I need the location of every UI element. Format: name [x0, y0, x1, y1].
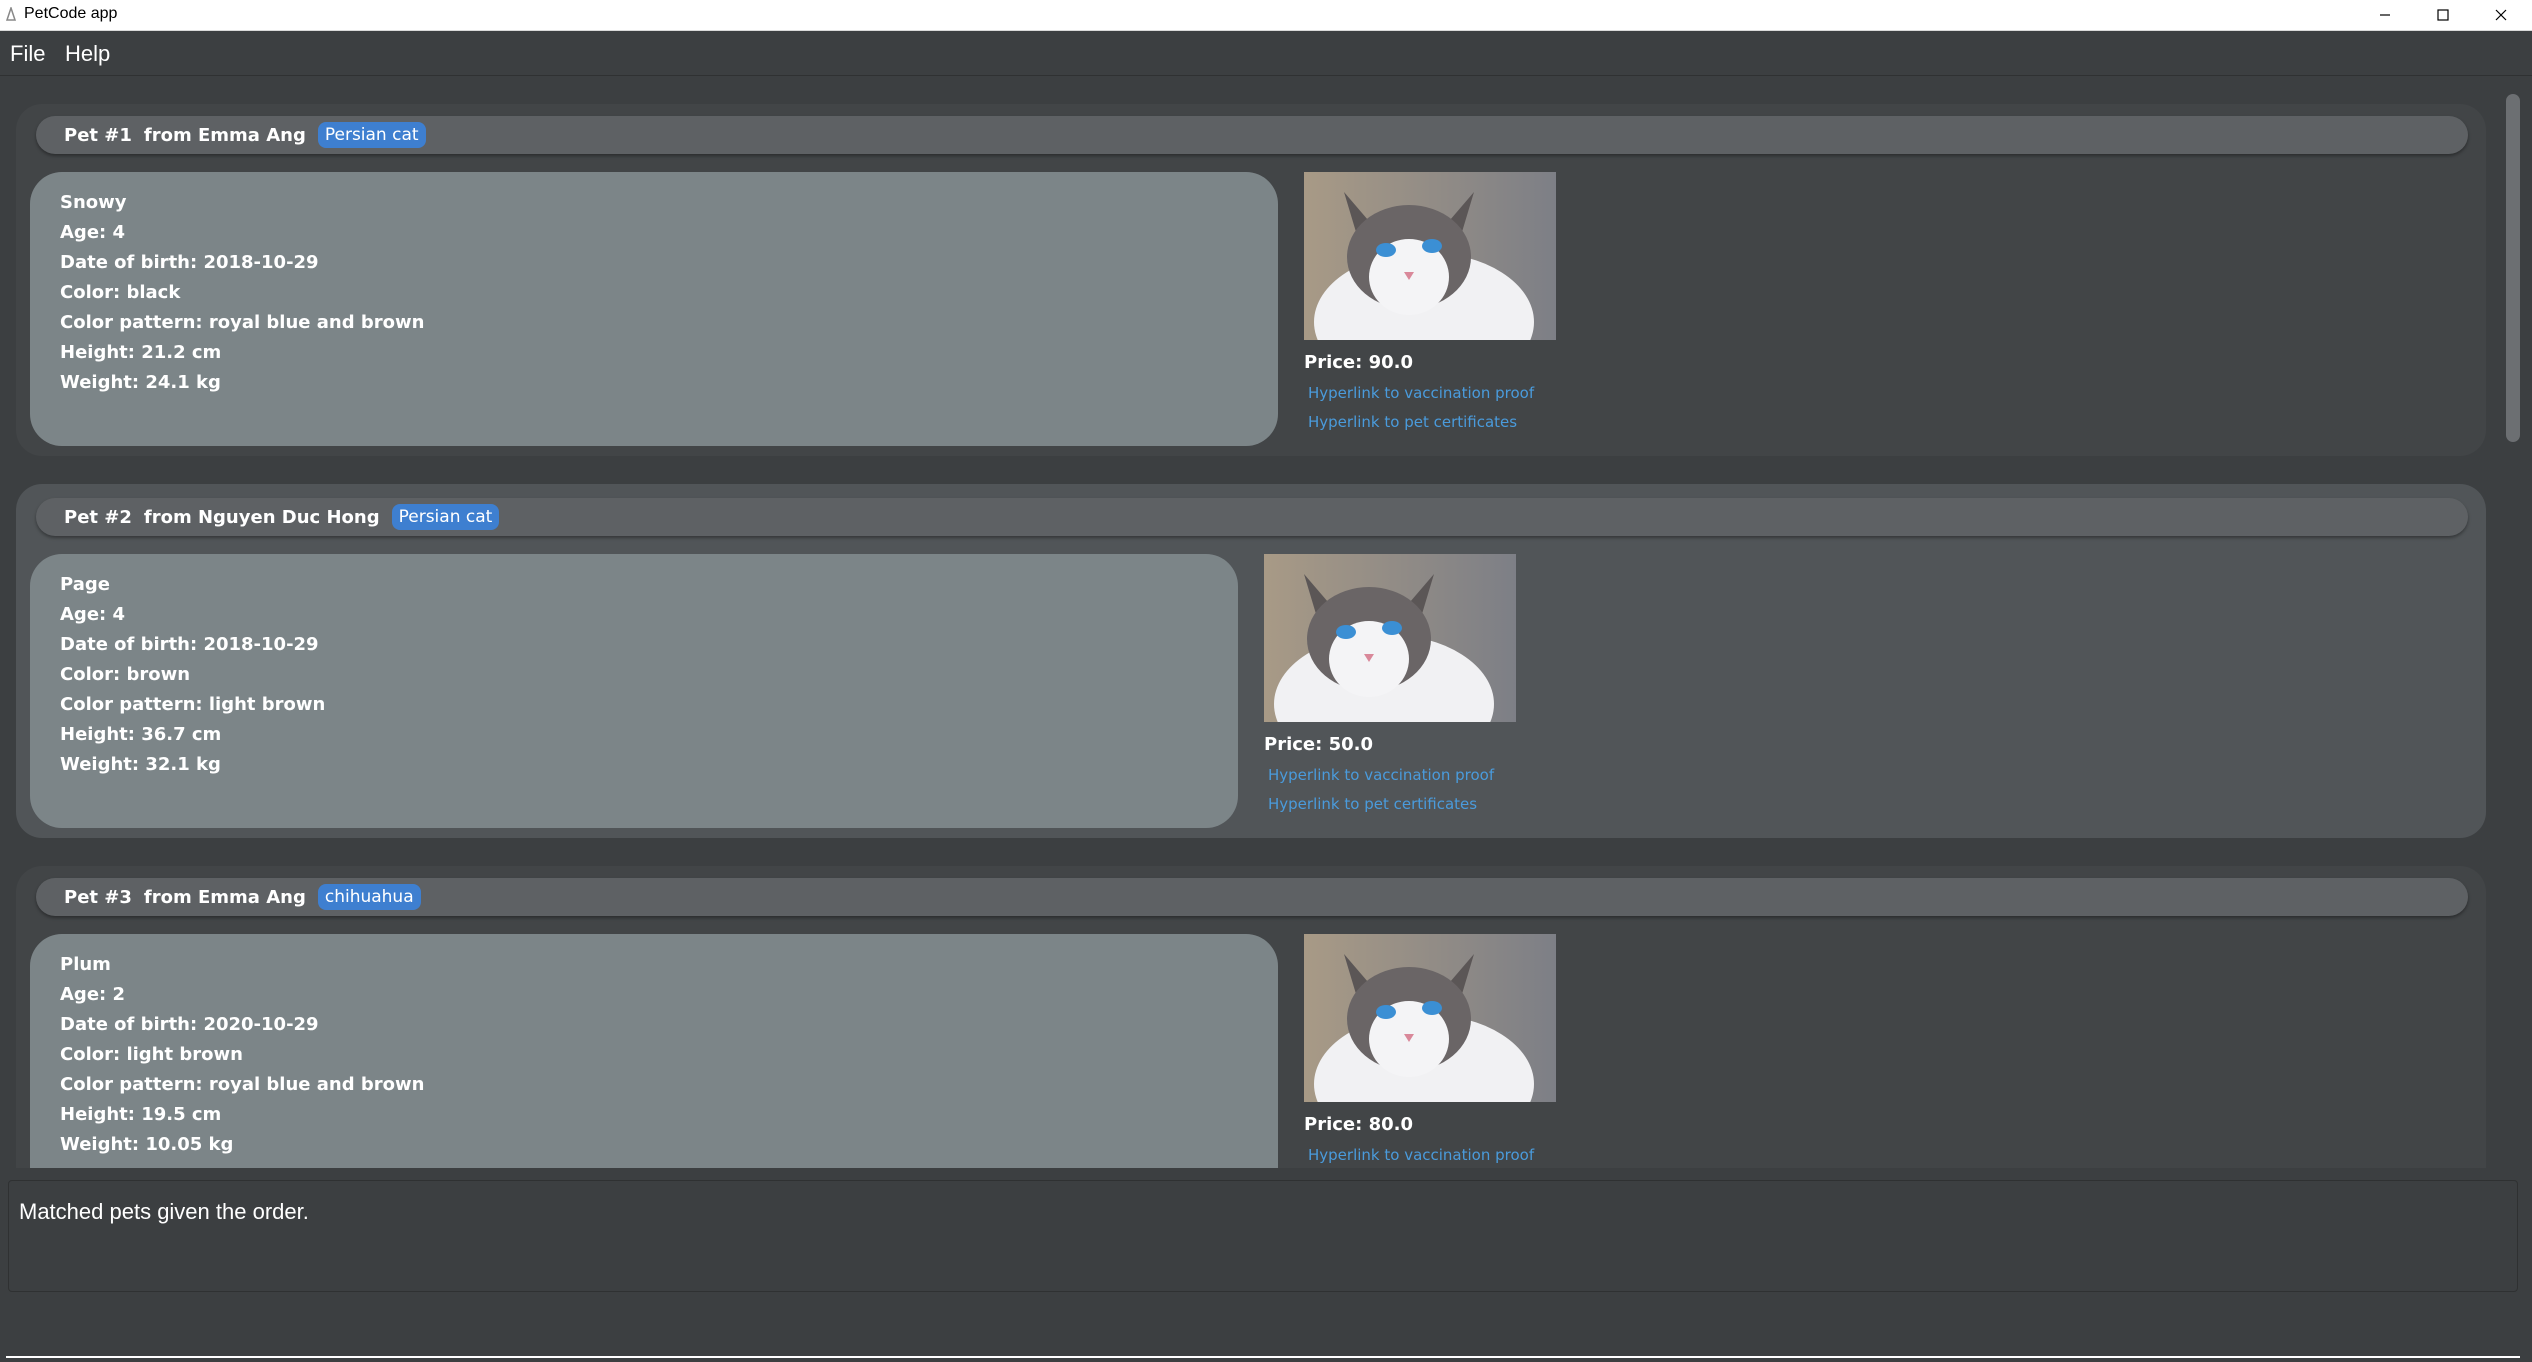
pet-weight: Weight: 32.1 kg — [60, 754, 221, 775]
vaccination-proof-link[interactable]: Hyperlink to vaccination proof — [1308, 384, 1534, 402]
pet-index: Pet #2 — [64, 506, 132, 528]
pet-height: Height: 36.7 cm — [60, 724, 222, 745]
menu-bar: File Help — [0, 31, 2532, 76]
pet-color: Color: light brown — [60, 1044, 243, 1065]
app-icon — [6, 7, 16, 21]
pet-color-pattern: Color pattern: royal blue and brown — [60, 312, 425, 333]
pet-dob: Date of birth: 2018-10-29 — [60, 634, 319, 655]
pet-photo — [1264, 554, 1516, 722]
scrollbar-thumb[interactable] — [2506, 94, 2520, 442]
pet-certificates-link[interactable]: Hyperlink to pet certificates — [1308, 413, 1517, 431]
pet-info-panel: Plum Age: 2 Date of birth: 2020-10-29 Co… — [30, 934, 1278, 1168]
title-bar: PetCode app — [0, 0, 2532, 31]
pet-age: Age: 4 — [60, 222, 126, 243]
pet-info-panel: Snowy Age: 4 Date of birth: 2018-10-29 C… — [30, 172, 1278, 446]
close-icon — [2495, 9, 2507, 21]
command-input[interactable] — [6, 1302, 2520, 1358]
pet-name: Snowy — [60, 192, 127, 213]
list-scrollbar[interactable] — [2496, 76, 2532, 1168]
pet-info-panel: Page Age: 4 Date of birth: 2018-10-29 Co… — [30, 554, 1238, 828]
pet-color-pattern: Color pattern: light brown — [60, 694, 326, 715]
maximize-icon — [2437, 9, 2449, 21]
pet-type-tag: Persian cat — [391, 504, 500, 530]
pet-name: Plum — [60, 954, 111, 975]
vaccination-proof-link[interactable]: Hyperlink to vaccination proof — [1268, 766, 1494, 784]
pet-owner: from Emma Ang — [143, 886, 306, 908]
result-display: Matched pets given the order. — [8, 1180, 2518, 1292]
pet-color: Color: black — [60, 282, 181, 303]
pet-price: Price: 90.0 — [1304, 352, 1413, 373]
minimize-icon — [2380, 14, 2390, 16]
pet-weight: Weight: 24.1 kg — [60, 372, 221, 393]
result-message: Matched pets given the order. — [19, 1199, 309, 1224]
command-box-area — [0, 1296, 2532, 1362]
pet-color: Color: brown — [60, 664, 191, 685]
pet-card-header: Pet #1 from Emma Ang Persian cat — [36, 116, 2468, 154]
pet-weight: Weight: 10.05 kg — [60, 1134, 234, 1155]
pet-index: Pet #3 — [64, 886, 132, 908]
pet-age: Age: 4 — [60, 604, 126, 625]
window-title: PetCode app — [24, 5, 118, 22]
pet-name: Page — [60, 574, 110, 595]
pet-price: Price: 80.0 — [1304, 1114, 1413, 1135]
pet-age: Age: 2 — [60, 984, 126, 1005]
pet-card-selected[interactable]: Pet #2 from Nguyen Duc Hong Persian cat … — [16, 484, 2486, 838]
pet-card-header: Pet #3 from Emma Ang chihuahua — [36, 878, 2468, 916]
pet-price: Price: 50.0 — [1264, 734, 1373, 755]
pet-card[interactable]: Pet #1 from Emma Ang Persian cat Snowy A… — [16, 104, 2486, 456]
menu-file[interactable]: File — [10, 41, 45, 67]
menu-help[interactable]: Help — [65, 41, 110, 67]
pet-owner: from Emma Ang — [143, 124, 306, 146]
pet-dob: Date of birth: 2018-10-29 — [60, 252, 319, 273]
pet-certificates-link[interactable]: Hyperlink to pet certificates — [1268, 795, 1477, 813]
vaccination-proof-link[interactable]: Hyperlink to vaccination proof — [1308, 1146, 1534, 1164]
pet-owner: from Nguyen Duc Hong — [143, 506, 380, 528]
pet-card-header: Pet #2 from Nguyen Duc Hong Persian cat — [36, 498, 2468, 536]
pet-type-tag: Persian cat — [317, 122, 426, 148]
close-button[interactable] — [2472, 0, 2530, 30]
pet-color-pattern: Color pattern: royal blue and brown — [60, 1074, 425, 1095]
pet-photo — [1304, 172, 1556, 340]
minimize-button[interactable] — [2356, 0, 2414, 30]
maximize-button[interactable] — [2414, 0, 2472, 30]
pet-card[interactable]: Pet #3 from Emma Ang chihuahua Plum Age:… — [16, 866, 2486, 1168]
pet-height: Height: 21.2 cm — [60, 342, 222, 363]
result-display-area: Matched pets given the order. — [0, 1172, 2532, 1292]
pet-photo — [1304, 934, 1556, 1102]
pet-index: Pet #1 — [64, 124, 132, 146]
pet-dob: Date of birth: 2020-10-29 — [60, 1014, 319, 1035]
pet-height: Height: 19.5 cm — [60, 1104, 222, 1125]
pet-list[interactable]: Pet #1 from Emma Ang Persian cat Snowy A… — [0, 76, 2532, 1168]
pet-type-tag: chihuahua — [317, 884, 421, 910]
